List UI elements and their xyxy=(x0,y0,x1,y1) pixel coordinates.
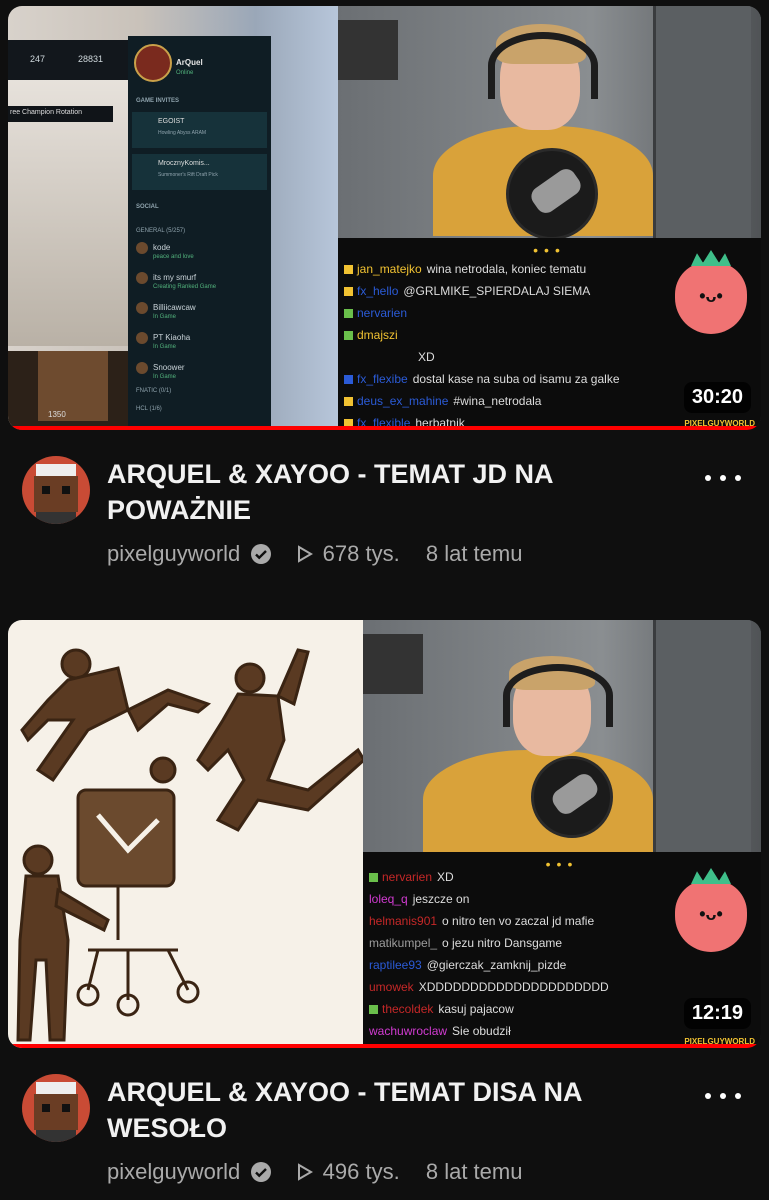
thumbnail-sketch-drawing xyxy=(8,620,363,1048)
upload-age: 8 lat temu xyxy=(425,541,523,567)
play-views-icon xyxy=(297,545,313,563)
verified-check-icon xyxy=(251,544,272,565)
thumbnail-webcam: ••• nervarien XD loleq_q jeszcze on helman… xyxy=(363,620,761,1048)
verified-check-icon xyxy=(251,1162,272,1183)
channel-avatar[interactable] xyxy=(22,456,90,524)
video-card[interactable]: 247 28831 ree Champion Rotation ArQuel O… xyxy=(0,0,769,600)
view-count: 496 tys. xyxy=(322,1159,400,1185)
duration-badge: 12:19 xyxy=(683,998,751,1029)
video-thumbnail[interactable]: 247 28831 ree Champion Rotation ArQuel O… xyxy=(8,6,761,430)
play-views-icon xyxy=(297,1163,313,1181)
video-meta: pixelguyworld 496 tys. 8 lat temu xyxy=(107,1158,522,1185)
more-vert-icon[interactable] xyxy=(705,460,741,496)
upload-age: 8 lat temu xyxy=(425,1159,523,1185)
friends-panel: ArQuel Online GAME INVITES EGOIST Howlin… xyxy=(128,36,271,430)
video-meta: pixelguyworld 678 tys. 8 lat temu xyxy=(107,540,522,567)
thumbnail-webcam: ••• jan_matejko wina netrodala, koniec te… xyxy=(338,6,761,430)
video-title[interactable]: ARQUEL & XAYOO - TEMAT JD NA POWAŻNIE xyxy=(107,456,677,528)
more-vert-icon[interactable] xyxy=(705,1078,741,1114)
view-count: 678 tys. xyxy=(322,541,400,567)
client-top-bar: 247 28831 xyxy=(8,40,133,80)
strawberry-icon: •ᴗ• xyxy=(675,868,747,952)
video-title[interactable]: ARQUEL & XAYOO - TEMAT DISA NA WESOŁO xyxy=(107,1074,677,1146)
thumbnail-game-client: 247 28831 ree Champion Rotation ArQuel O… xyxy=(8,6,338,430)
video-card[interactable]: ••• nervarien XD loleq_q jeszcze on helman… xyxy=(0,600,769,1200)
watch-progress-bar xyxy=(8,426,761,430)
channel-name[interactable]: pixelguyworld xyxy=(107,1159,240,1184)
duration-badge: 30:20 xyxy=(683,382,751,413)
channel-name[interactable]: pixelguyworld xyxy=(107,541,240,566)
watch-progress-bar xyxy=(8,1044,761,1048)
strawberry-icon: •ᴗ• xyxy=(675,250,747,334)
channel-avatar[interactable] xyxy=(22,1074,90,1142)
video-thumbnail[interactable]: ••• nervarien XD loleq_q jeszcze on helman… xyxy=(8,620,761,1048)
